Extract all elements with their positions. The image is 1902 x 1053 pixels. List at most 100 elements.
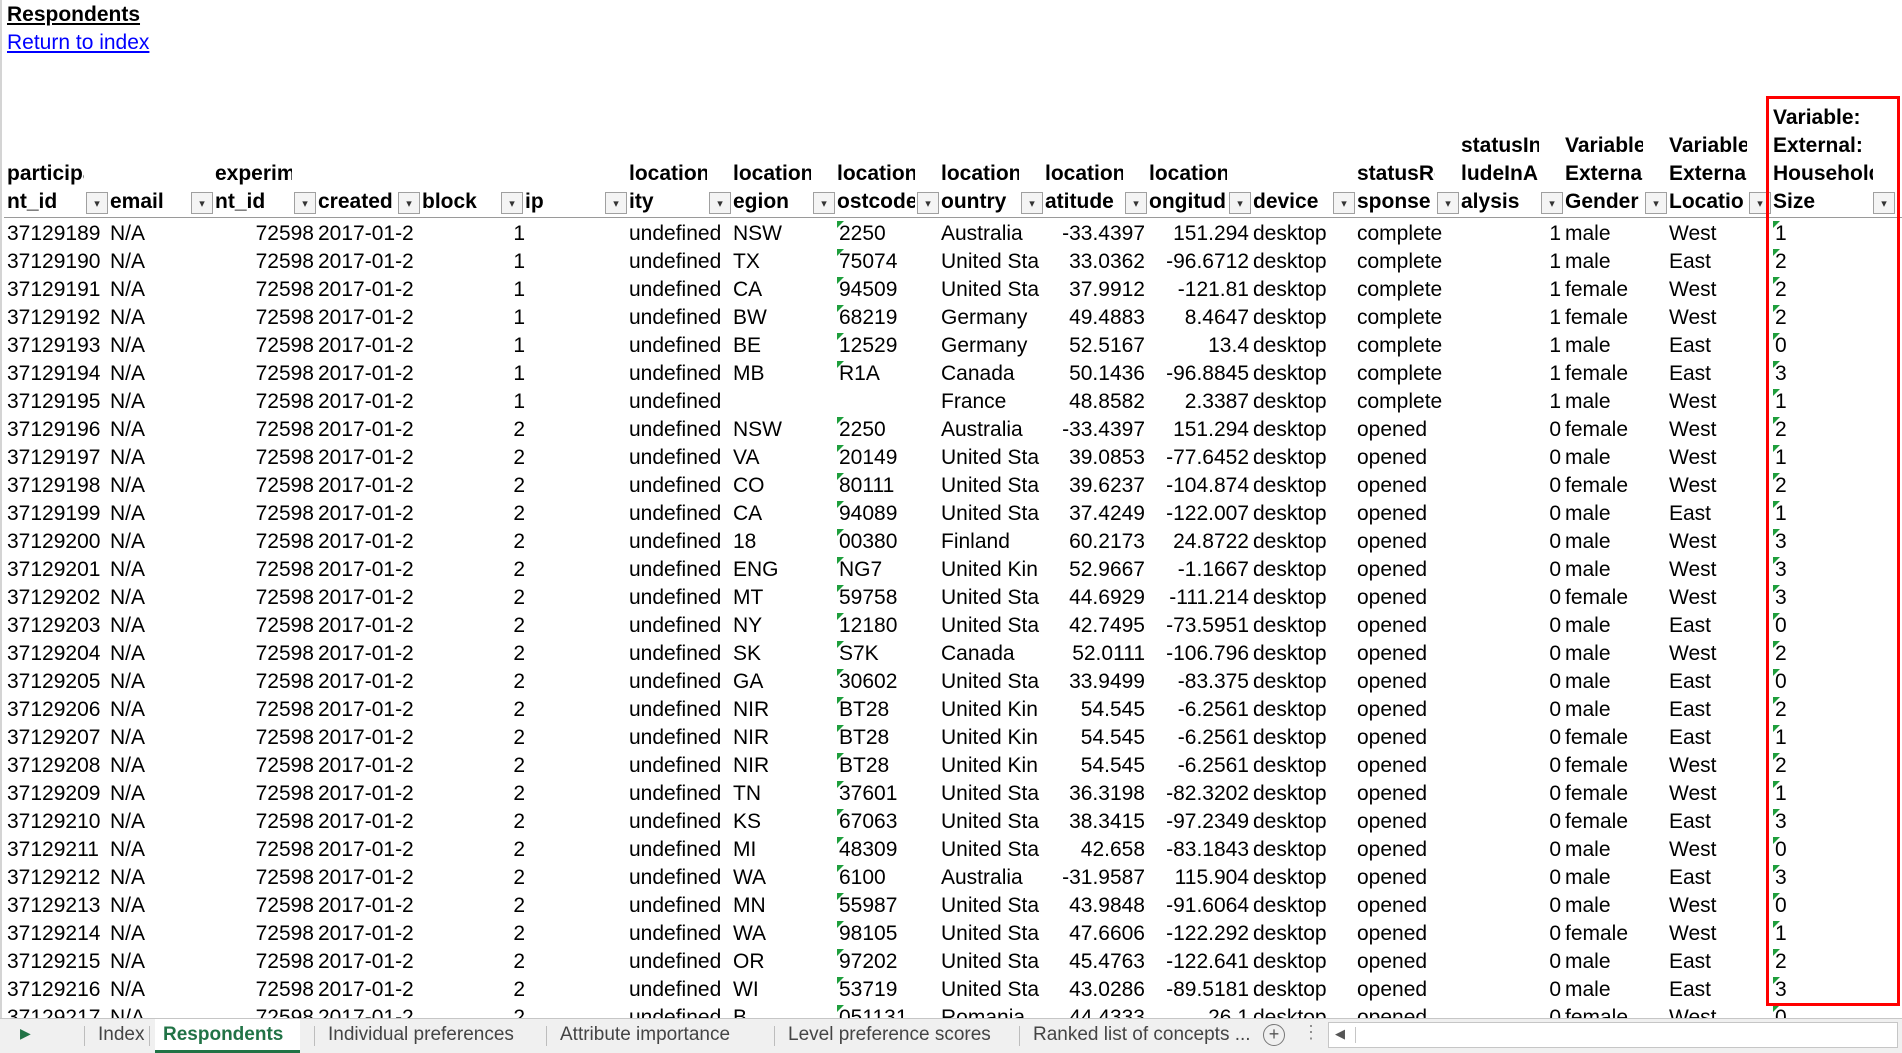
cell[interactable]: West [1669, 276, 1769, 304]
cell[interactable]: undefined [629, 416, 729, 444]
cell[interactable]: male [1565, 864, 1665, 892]
cell[interactable]: N/A [110, 332, 210, 360]
cell[interactable]: 2 [422, 556, 525, 584]
cell[interactable]: 72598 [215, 416, 314, 444]
cell[interactable]: 72598 [215, 948, 314, 976]
cell[interactable]: 2 [422, 780, 525, 808]
cell[interactable]: 72598 [215, 892, 314, 920]
cell[interactable]: East [1669, 808, 1769, 836]
cell[interactable]: desktop [1253, 528, 1353, 556]
cell[interactable]: 72598 [215, 640, 314, 668]
cell[interactable]: 72598 [215, 500, 314, 528]
cell[interactable]: -6.2561 [1149, 696, 1249, 724]
cell[interactable]: 3 [1773, 528, 1895, 556]
cell[interactable]: Romania [941, 1004, 1041, 1018]
cell[interactable]: 2 [422, 584, 525, 612]
cell[interactable]: 2017-01-2 [318, 640, 418, 668]
cell[interactable]: N/A [110, 808, 210, 836]
cell[interactable]: East [1669, 612, 1769, 640]
cell[interactable]: female [1565, 276, 1665, 304]
cell[interactable]: 1 [1461, 388, 1561, 416]
cell[interactable]: 2017-01-2 [318, 696, 418, 724]
cell[interactable]: opened [1357, 444, 1457, 472]
cell[interactable]: male [1565, 640, 1665, 668]
filter-dropdown-icon[interactable]: ▾ [917, 192, 939, 214]
cell[interactable]: 53719 [837, 976, 937, 1004]
cell[interactable]: 0 [1461, 696, 1561, 724]
cell[interactable]: United Sta [941, 276, 1041, 304]
cell[interactable]: 3 [1773, 808, 1895, 836]
cell[interactable]: undefined [629, 332, 729, 360]
cell[interactable]: N/A [110, 528, 210, 556]
cell[interactable]: N/A [110, 724, 210, 752]
cell[interactable]: 37129201 [7, 556, 106, 584]
cell[interactable]: 2 [422, 668, 525, 696]
cell[interactable]: West [1669, 780, 1769, 808]
cell[interactable]: -106.796 [1149, 640, 1249, 668]
return-to-index-link[interactable]: Return to index [7, 31, 149, 55]
cell[interactable]: male [1565, 388, 1665, 416]
cell[interactable]: desktop [1253, 276, 1353, 304]
cell[interactable]: 0 [1461, 920, 1561, 948]
cell[interactable]: opened [1357, 500, 1457, 528]
cell[interactable]: 72598 [215, 220, 314, 248]
cell[interactable]: 37129192 [7, 304, 106, 332]
cell[interactable]: N/A [110, 220, 210, 248]
cell[interactable]: -122.007 [1149, 500, 1249, 528]
cell[interactable]: Australia [941, 864, 1041, 892]
cell[interactable]: 37.9912 [1045, 276, 1145, 304]
cell[interactable]: United Sta [941, 892, 1041, 920]
cell[interactable]: 37129198 [7, 472, 106, 500]
cell[interactable]: 55987 [837, 892, 937, 920]
cell[interactable]: 2017-01-2 [318, 416, 418, 444]
cell[interactable]: desktop [1253, 668, 1353, 696]
filter-dropdown-icon[interactable]: ▾ [1333, 192, 1355, 214]
filter-dropdown-icon[interactable]: ▾ [1229, 192, 1251, 214]
cell[interactable]: 37129204 [7, 640, 106, 668]
cell[interactable]: West [1669, 528, 1769, 556]
cell[interactable]: 59758 [837, 584, 937, 612]
cell[interactable]: 72598 [215, 556, 314, 584]
cell[interactable]: 1 [422, 332, 525, 360]
cell[interactable]: 36.3198 [1045, 780, 1145, 808]
cell[interactable]: desktop [1253, 696, 1353, 724]
cell[interactable]: KS [733, 808, 833, 836]
cell[interactable]: complete [1357, 360, 1457, 388]
cell[interactable]: United Sta [941, 808, 1041, 836]
cell[interactable]: B [733, 1004, 833, 1018]
cell[interactable]: NY [733, 612, 833, 640]
cell[interactable]: 0 [1461, 808, 1561, 836]
sheet-tab-index[interactable]: Index [90, 1019, 145, 1053]
cell[interactable]: 0 [1773, 332, 1895, 360]
cell[interactable]: 0 [1461, 556, 1561, 584]
cell[interactable]: undefined [629, 836, 729, 864]
cell[interactable]: 45.4763 [1045, 948, 1145, 976]
cell[interactable]: 24.8722 [1149, 528, 1249, 556]
cell[interactable]: 72598 [215, 864, 314, 892]
cell[interactable]: 98105 [837, 920, 937, 948]
cell[interactable]: 72598 [215, 528, 314, 556]
cell[interactable]: CO [733, 472, 833, 500]
cell[interactable]: West [1669, 584, 1769, 612]
cell[interactable]: 37129214 [7, 920, 106, 948]
cell[interactable]: East [1669, 360, 1769, 388]
cell[interactable]: -83.1843 [1149, 836, 1249, 864]
filter-dropdown-icon[interactable]: ▾ [398, 192, 420, 214]
cell[interactable]: opened [1357, 780, 1457, 808]
cell[interactable]: desktop [1253, 220, 1353, 248]
cell[interactable]: 2017-01-2 [318, 948, 418, 976]
cell[interactable]: desktop [1253, 780, 1353, 808]
cell[interactable]: West [1669, 920, 1769, 948]
cell[interactable]: -6.2561 [1149, 752, 1249, 780]
cell[interactable]: 1 [1773, 920, 1895, 948]
cell[interactable]: -1.1667 [1149, 556, 1249, 584]
cell[interactable]: 37129202 [7, 584, 106, 612]
cell[interactable]: -31.9587 [1045, 864, 1145, 892]
cell[interactable]: 2017-01-2 [318, 388, 418, 416]
cell[interactable]: undefined [629, 696, 729, 724]
cell[interactable]: 2 [422, 640, 525, 668]
cell[interactable]: N/A [110, 584, 210, 612]
cell[interactable]: undefined [629, 360, 729, 388]
cell[interactable]: desktop [1253, 864, 1353, 892]
cell[interactable]: NG7 [837, 556, 937, 584]
